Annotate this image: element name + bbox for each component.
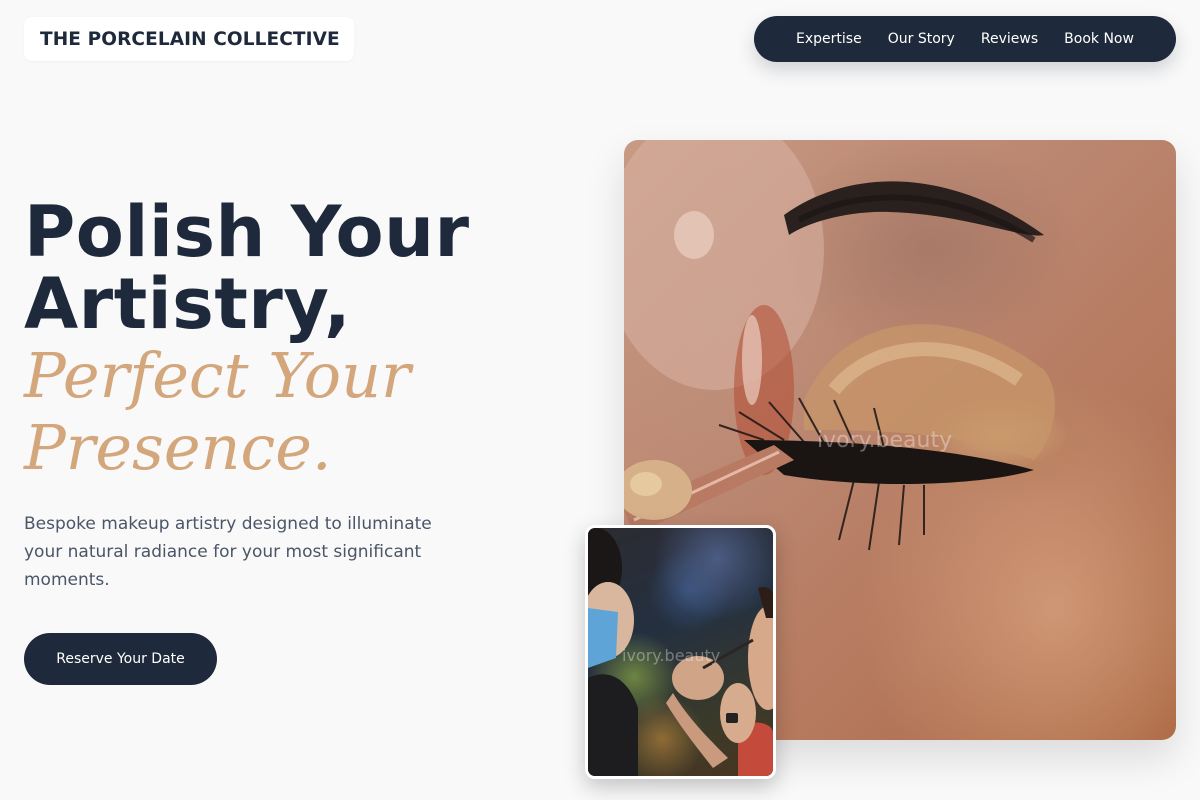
nav-item-reviews[interactable]: Reviews — [981, 31, 1038, 47]
hero-accent-headline: Perfect Your Presence. — [24, 340, 411, 484]
hero-headline-line-1: Polish Your — [24, 191, 470, 273]
main-nav: Expertise Our Story Reviews Book Now — [754, 16, 1176, 62]
nav-item-our-story[interactable]: Our Story — [888, 31, 955, 47]
hero-description: Bespoke makeup artistry designed to illu… — [24, 514, 432, 590]
inset-image-watermark: ivory.beauty — [622, 646, 721, 665]
hero-accent-line-2: Presence. — [24, 411, 332, 484]
brand-logo[interactable]: THE PORCELAIN COLLECTIVE — [24, 17, 354, 61]
main-image-watermark: ivory.beauty — [817, 428, 953, 453]
hero-inset-image: ivory.beauty — [585, 525, 776, 779]
hero-accent-line-1: Perfect Your — [24, 339, 411, 412]
reserve-date-button[interactable]: Reserve Your Date — [24, 633, 217, 685]
nav-item-expertise[interactable]: Expertise — [796, 31, 862, 47]
hero-headline-line-2: Artistry, — [24, 263, 352, 345]
hero-headline: Polish Your Artistry, — [24, 196, 469, 340]
nav-item-book-now[interactable]: Book Now — [1064, 31, 1134, 47]
